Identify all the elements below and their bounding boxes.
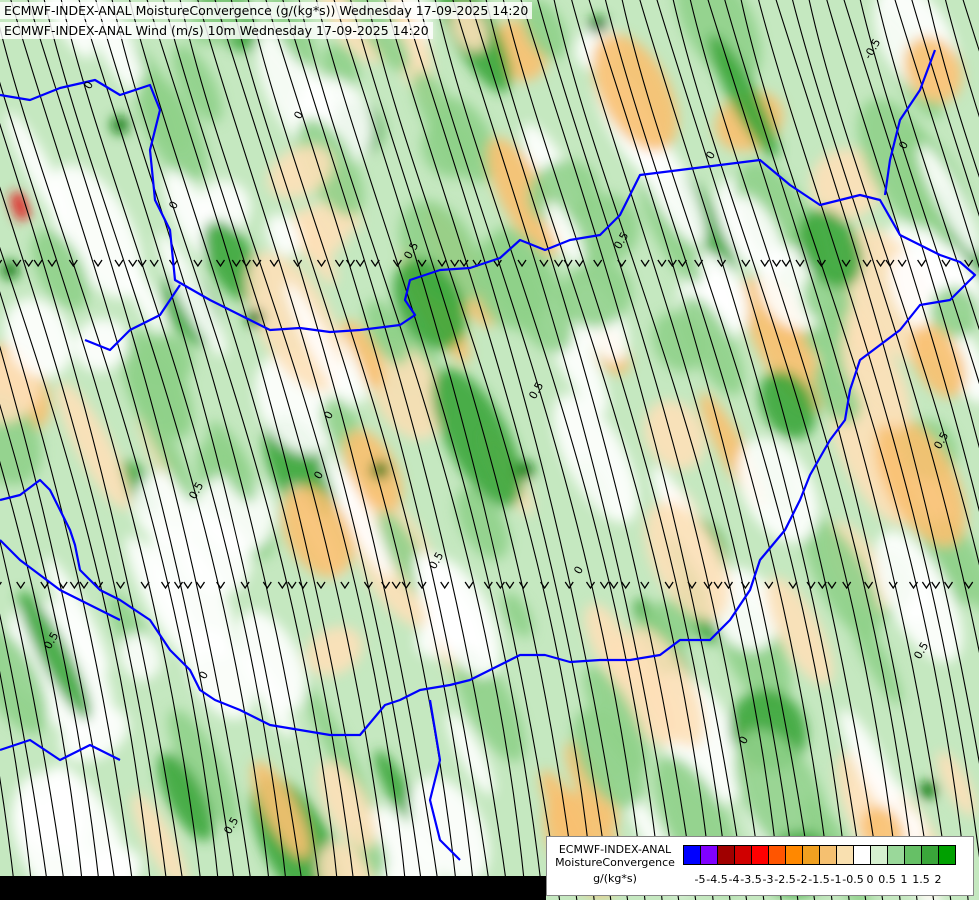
weather-map: 0000.50.50.50-0.500.500.500.50.500.500.5… xyxy=(0,0,979,900)
field-patch-dark xyxy=(111,116,129,134)
legend-tick: -2 xyxy=(796,873,808,886)
legend-tick: -3.5 xyxy=(740,873,762,886)
legend-swatch xyxy=(751,845,769,865)
legend-tick: -1 xyxy=(830,873,842,886)
legend-swatch xyxy=(887,845,905,865)
legend-tick: 1.5 xyxy=(912,873,930,886)
legend-swatch xyxy=(717,845,735,865)
legend-swatch xyxy=(700,845,718,865)
legend-tick: -4 xyxy=(728,873,740,886)
legend-tick: -2.5 xyxy=(774,873,796,886)
legend-swatch xyxy=(921,845,939,865)
legend-tick: 0.5 xyxy=(878,873,896,886)
legend-swatch xyxy=(683,845,701,865)
legend-label: ECMWF-INDEX-ANAL MoistureConvergence g/(… xyxy=(551,843,679,885)
map-title-moisture: ECMWF-INDEX-ANAL MoistureConvergence (g/… xyxy=(0,2,533,19)
legend-swatch xyxy=(870,845,888,865)
legend-variable: MoistureConvergence xyxy=(555,856,675,869)
legend-swatch xyxy=(785,845,803,865)
legend-tick-labels: -5 -4.5 -4 -3.5 -3 -2.5 -2 -1.5 -1 -0.5 0 0.5 1 1.5 2 xyxy=(683,873,973,887)
legend-tick: -5 xyxy=(694,873,706,886)
legend-tick: -3 xyxy=(762,873,774,886)
legend-swatch xyxy=(853,845,871,865)
legend-swatch xyxy=(819,845,837,865)
legend-tick: 0 xyxy=(866,873,874,886)
map-title-wind: ECMWF-INDEX-ANAL Wind (m/s) 10m Wednesda… xyxy=(0,22,433,39)
legend-swatch xyxy=(938,845,956,865)
legend-source: ECMWF-INDEX-ANAL xyxy=(558,843,672,856)
color-legend: ECMWF-INDEX-ANAL MoistureConvergence g/(… xyxy=(546,836,974,896)
legend-tick: -4.5 xyxy=(706,873,728,886)
legend-tick: 1 xyxy=(900,873,908,886)
legend-swatch xyxy=(802,845,820,865)
map-bottom-strip xyxy=(0,876,546,900)
legend-swatch xyxy=(904,845,922,865)
legend-tick: -1.5 xyxy=(808,873,830,886)
legend-swatch xyxy=(734,845,752,865)
legend-swatch xyxy=(768,845,786,865)
legend-units: g/(kg*s) xyxy=(593,872,637,885)
field-patch-dark xyxy=(1,261,19,279)
legend-color-bar xyxy=(683,845,956,867)
legend-tick: 2 xyxy=(934,873,942,886)
legend-swatch xyxy=(836,845,854,865)
legend-tick: -0.5 xyxy=(842,873,864,886)
field-patch-dark xyxy=(589,16,607,34)
